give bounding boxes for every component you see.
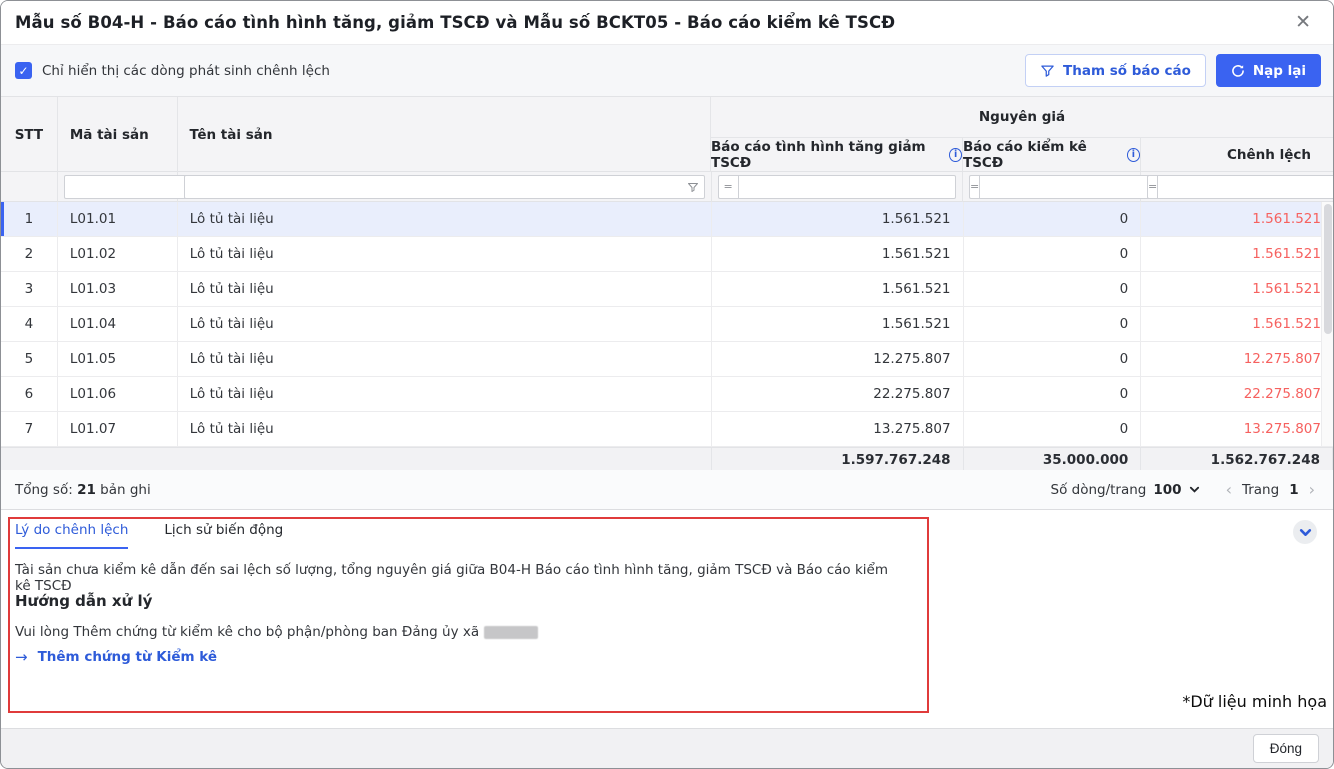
- table-body: 1 L01.01 Lô tủ tài liệu 1.561.521 0 1.56…: [1, 202, 1333, 447]
- table-row[interactable]: 3 L01.03 Lô tủ tài liệu 1.561.521 0 1.56…: [1, 272, 1333, 307]
- info-icon[interactable]: i: [949, 147, 962, 162]
- prev-page-button[interactable]: ‹: [1226, 481, 1232, 498]
- col-header-code[interactable]: Mã tài sản: [58, 97, 178, 172]
- filter-cell-name: [178, 171, 712, 202]
- totals-diff: 1.562.767.248: [1141, 448, 1333, 470]
- info-icon[interactable]: i: [1126, 147, 1140, 162]
- table-scrollbar[interactable]: [1321, 202, 1333, 446]
- name-filter-input[interactable]: [189, 179, 683, 194]
- page-label: Trang: [1241, 481, 1280, 498]
- close-icon[interactable]: ✕: [1289, 11, 1317, 34]
- guide-title: Hướng dẫn xử lý: [15, 592, 153, 610]
- col-header-name[interactable]: Tên tài sản: [178, 97, 711, 172]
- guide-text: Vui lòng Thêm chứng từ kiểm kê cho bộ ph…: [15, 624, 539, 640]
- equals-operator[interactable]: =: [717, 174, 738, 199]
- funnel-icon[interactable]: [687, 181, 699, 193]
- filter-cell-stt: [1, 171, 58, 202]
- diff-only-checkbox[interactable]: ✓: [15, 62, 32, 79]
- totals-row: 1.597.767.248 35.000.000 1.562.767.248: [1, 447, 1333, 470]
- chevron-down-icon: [1299, 526, 1312, 539]
- add-inventory-doc-link[interactable]: → Thêm chứng từ Kiểm kê: [15, 648, 217, 666]
- toolbar: ✓ Chỉ hiển thị các dòng phát sinh chênh …: [1, 45, 1333, 96]
- totals-empty-cell: [1, 448, 712, 470]
- filter-cell-diff: =: [1141, 172, 1333, 202]
- comparison-table: STT Mã tài sản Tên tài sản Nguyên giá Bá…: [1, 96, 1333, 470]
- table-row[interactable]: 5 L01.05 Lô tủ tài liệu 12.275.807 0 12.…: [1, 342, 1333, 377]
- filter-cell-code: [58, 171, 247, 202]
- table-row[interactable]: 4 L01.04 Lô tủ tài liệu 1.561.521 0 1.56…: [1, 307, 1333, 342]
- refresh-icon: [1231, 64, 1245, 78]
- table-row[interactable]: 7 L01.07 Lô tủ tài liệu 13.275.807 0 13.…: [1, 412, 1333, 447]
- detail-panel: Lý do chênh lệch Lịch sử biến động Tài s…: [1, 510, 1333, 730]
- report-dialog: Mẫu số B04-H - Báo cáo tình hình tăng, g…: [0, 0, 1334, 769]
- diff-only-checkbox-label[interactable]: Chỉ hiển thị các dòng phát sinh chênh lệ…: [42, 63, 330, 79]
- close-button[interactable]: Đóng: [1252, 734, 1319, 763]
- reload-button[interactable]: Nạp lại: [1215, 54, 1321, 87]
- filter-cell-inventory: =: [963, 171, 1159, 202]
- next-page-button[interactable]: ›: [1309, 481, 1315, 498]
- chevron-down-icon: [1189, 484, 1200, 495]
- total-records: Tổng số: 21 bản ghi: [15, 481, 151, 498]
- col-header-diff[interactable]: Chênh lệch: [1141, 138, 1333, 171]
- redacted-text: [484, 625, 539, 639]
- watermark-text: *Dữ liệu minh họa: [1182, 692, 1327, 711]
- totals-increase: 1.597.767.248: [712, 448, 964, 470]
- table-row[interactable]: 6 L01.06 Lô tủ tài liệu 22.275.807 0 22.…: [1, 377, 1333, 412]
- tab-lich-su-bien-dong[interactable]: Lịch sử biến động: [164, 522, 283, 549]
- table-row[interactable]: 1 L01.01 Lô tủ tài liệu 1.561.521 0 1.56…: [1, 202, 1333, 237]
- col-header-stt[interactable]: STT: [1, 97, 58, 172]
- diff-filter-input[interactable]: [1157, 174, 1333, 199]
- rows-per-page-select[interactable]: Số dòng/trang 100: [1051, 482, 1200, 498]
- col-header-increase-report[interactable]: Báo cáo tình hình tăng giảm TSCĐ i: [711, 138, 963, 171]
- difference-reason-text: Tài sản chưa kiểm kê dẫn đến sai lệch số…: [15, 562, 889, 594]
- detail-tabs: Lý do chênh lệch Lịch sử biến động: [15, 522, 283, 549]
- col-header-inventory-report[interactable]: Báo cáo kiểm kê TSCĐ i: [963, 138, 1141, 171]
- totals-inventory: 35.000.000: [964, 448, 1142, 470]
- arrow-right-icon: →: [15, 648, 28, 666]
- tab-ly-do-chenh-lech[interactable]: Lý do chênh lệch: [15, 522, 129, 549]
- filter-icon: [1040, 63, 1055, 78]
- equals-operator[interactable]: =: [1147, 174, 1158, 199]
- table-header: STT Mã tài sản Tên tài sản Nguyên giá Bá…: [1, 97, 1333, 172]
- report-params-button[interactable]: Tham số báo cáo: [1025, 54, 1206, 87]
- total-count: 21: [77, 481, 96, 498]
- col-group-nguyen-gia: Nguyên giá: [711, 97, 1333, 139]
- inventory-filter-input[interactable]: [979, 174, 1159, 199]
- dialog-header: Mẫu số B04-H - Báo cáo tình hình tăng, g…: [1, 1, 1333, 45]
- pagination-bar: Tổng số: 21 bản ghi Số dòng/trang 100 ‹ …: [1, 470, 1333, 510]
- dialog-title: Mẫu số B04-H - Báo cáo tình hình tăng, g…: [15, 13, 896, 32]
- table-row[interactable]: 2 L01.02 Lô tủ tài liệu 1.561.521 0 1.56…: [1, 237, 1333, 272]
- table-filter-row: = = =: [1, 171, 1333, 202]
- check-icon: ✓: [18, 63, 29, 78]
- current-page: 1: [1289, 481, 1299, 498]
- collapse-panel-button[interactable]: [1293, 520, 1317, 544]
- equals-operator[interactable]: =: [969, 174, 980, 199]
- increase-filter-input[interactable]: [737, 174, 956, 199]
- dialog-footer: Đóng: [1, 728, 1333, 768]
- filter-cell-increase: =: [712, 171, 963, 202]
- scrollbar-thumb[interactable]: [1324, 204, 1332, 334]
